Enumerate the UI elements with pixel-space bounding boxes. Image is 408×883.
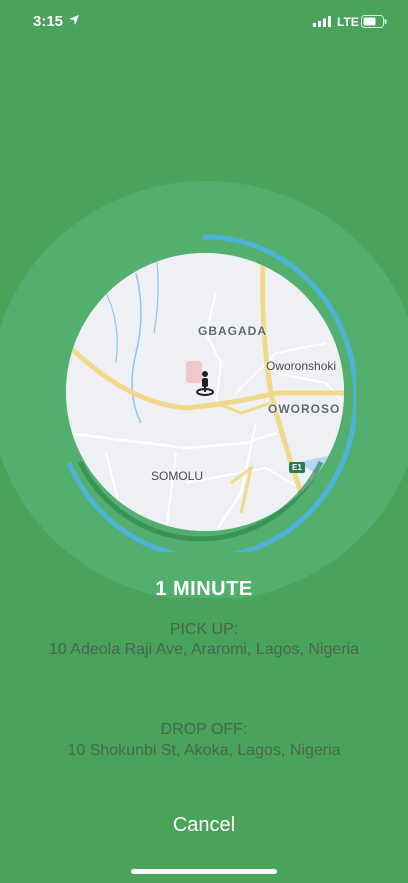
status-time: 3:15 [33, 13, 64, 30]
eta-text: 1 MINUTE [155, 578, 253, 600]
location-arrow-icon [69, 15, 79, 25]
signal-icon [313, 16, 331, 27]
dropoff-label: DROP OFF: [160, 721, 248, 738]
battery-icon [361, 15, 387, 28]
pickup-label: PICK UP: [169, 621, 239, 638]
pickup-address: 10 Adeola Raji Ave, Araromi, Lagos, Nige… [48, 641, 360, 658]
dropoff-address: 10 Shokunbi St, Akoka, Lagos, Nigeria [67, 742, 341, 759]
network-label: LTE [337, 15, 359, 29]
eta-progress-ring [67, 234, 356, 552]
cancel-button[interactable]: Cancel [154, 810, 254, 840]
home-indicator[interactable] [131, 869, 277, 874]
status-bar: 3:15 LTE [0, 0, 408, 46]
